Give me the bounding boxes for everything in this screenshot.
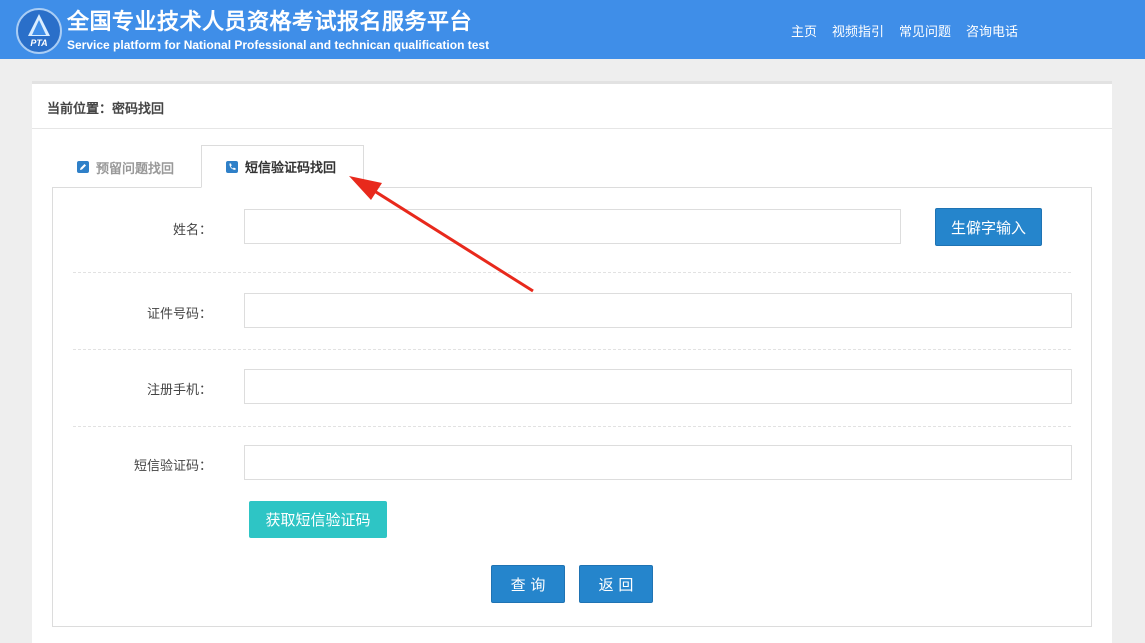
site-title: 全国专业技术人员资格考试报名服务平台 <box>67 10 473 35</box>
phone-label: 注册手机： <box>146 383 212 398</box>
main-panel: 当前位置：密码找回 预留问题找回 短信验证码找回 姓名： 生僻字输入 证件号码：… <box>32 81 1112 643</box>
tab-label: 短信验证码找回 <box>245 161 337 176</box>
breadcrumb: 当前位置：密码找回 <box>32 84 1112 129</box>
name-label: 姓名： <box>172 223 212 238</box>
sms-code-label: 短信验证码： <box>133 459 212 474</box>
phone-input[interactable] <box>244 369 1072 404</box>
nav-contact-phone[interactable]: 咨询电话 <box>966 21 1018 40</box>
query-button[interactable]: 查 询 <box>491 565 565 603</box>
tab-sms-code[interactable]: 短信验证码找回 <box>201 145 364 188</box>
get-sms-code-button[interactable]: 获取短信验证码 <box>249 501 387 538</box>
sms-code-input[interactable] <box>244 445 1072 480</box>
phone-icon <box>226 160 238 173</box>
site-header: PTA 全国专业技术人员资格考试报名服务平台 Service platform … <box>0 0 1145 59</box>
nav-faq[interactable]: 常见问题 <box>899 21 951 40</box>
id-number-input[interactable] <box>244 293 1072 328</box>
pta-logo: PTA <box>16 8 62 54</box>
divider <box>73 426 1071 427</box>
site-subtitle: Service platform for National Profession… <box>67 38 490 52</box>
top-nav: 主页 视频指引 常见问题 咨询电话 <box>791 21 1033 40</box>
id-number-label: 证件号码： <box>146 307 212 322</box>
back-button[interactable]: 返 回 <box>579 565 653 603</box>
divider <box>73 349 1071 350</box>
tab-security-question[interactable]: 预留问题找回 <box>77 146 174 188</box>
nav-home[interactable]: 主页 <box>791 21 817 40</box>
rare-character-button[interactable]: 生僻字输入 <box>935 208 1042 246</box>
tab-label: 预留问题找回 <box>96 161 175 177</box>
divider <box>73 272 1071 273</box>
svg-text:PTA: PTA <box>30 38 47 48</box>
recovery-form: 姓名： 生僻字输入 证件号码： 注册手机： 短信验证码： 获取短信验证码 查 询… <box>52 187 1092 627</box>
pencil-icon <box>77 161 89 173</box>
name-input[interactable] <box>244 209 901 244</box>
nav-video-guide[interactable]: 视频指引 <box>832 21 884 40</box>
